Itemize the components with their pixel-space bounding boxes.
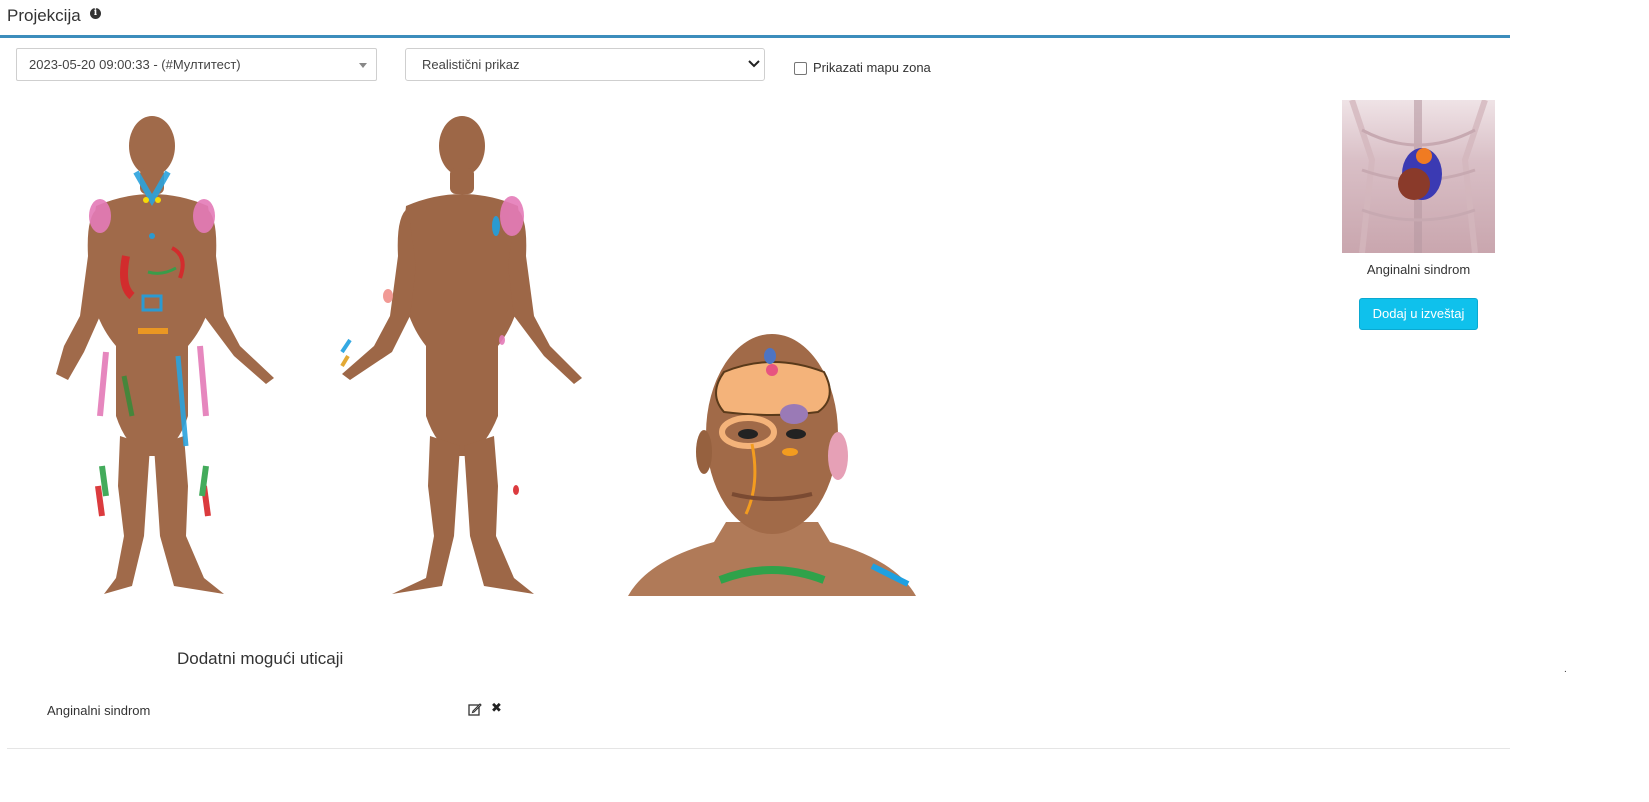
page-header: Projekcija i: [0, 0, 1510, 38]
edge-mark: .: [1564, 664, 1567, 675]
chevron-down-icon: [748, 60, 760, 68]
view-mode-select-value: Realistični prikaz: [422, 57, 520, 72]
edit-icon[interactable]: [468, 702, 482, 716]
view-mode-select[interactable]: Realistični prikaz: [405, 48, 765, 81]
head-front-figure[interactable]: [628, 334, 916, 596]
remove-icon[interactable]: ✖: [491, 700, 502, 716]
session-select-value: 2023-05-20 09:00:33 - (#Мултитест): [29, 57, 241, 72]
divider: [7, 748, 1510, 749]
zone-map-checkbox[interactable]: [794, 62, 807, 75]
add-to-report-button[interactable]: Dodaj u izveštaj: [1359, 298, 1478, 330]
page-title: Projekcija: [7, 6, 81, 25]
body-back-figure[interactable]: [336, 116, 588, 598]
syndrome-caption: Anginalni sindrom: [1366, 262, 1471, 277]
caret-down-icon: [359, 63, 367, 68]
session-select[interactable]: 2023-05-20 09:00:33 - (#Мултитест): [16, 48, 377, 81]
influence-row-label: Anginalni sindrom: [47, 703, 151, 718]
body-front-figure[interactable]: [28, 116, 280, 598]
heart-anatomy-image: [1342, 100, 1495, 253]
zone-map-label: Prikazati mapu zona: [813, 60, 931, 75]
additional-influences-title: Dodatni mogući uticaji: [177, 649, 344, 668]
info-circle-icon[interactable]: i: [90, 8, 101, 19]
